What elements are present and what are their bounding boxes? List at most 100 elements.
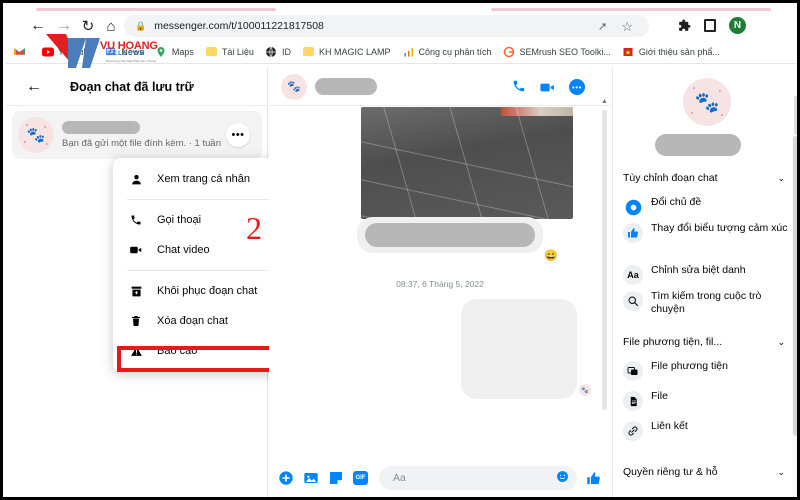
detail-item-change-theme[interactable]: Đổi chủ đề [623,196,795,217]
detail-item-label: Chỉnh sửa biệt danh [651,264,746,276]
bookmark-id[interactable]: ID [261,42,295,62]
home-icon[interactable]: ⌂ [101,16,121,36]
menu-item-label: Xem trang cá nhân [157,173,250,185]
extensions-puzzle-icon[interactable] [678,19,691,32]
chevron-down-icon[interactable]: ⌄ [777,337,785,348]
detail-item-label: File phương tiện [651,360,728,372]
bookmark-news[interactable]: News [100,42,148,62]
avatar[interactable]: 🐾 [683,78,731,126]
conversation-panel: 🐾 ••• 😄 08:37, 6 Tháng 5, 2022 🐾 ▲ GIF A… [269,68,611,497]
conversation-details-panel: 🐾 Tùy chỉnh đoạn chat ⌄ Đổi chủ đề Thay … [612,68,797,497]
add-attachment-icon[interactable] [277,470,294,487]
bookmark-tai-lieu[interactable]: Tài Liệu [201,42,258,62]
chevron-down-icon[interactable]: ⌄ [777,467,785,478]
message-scrollbar[interactable] [602,110,607,410]
avatar-sticker-icon: 🐾 [26,127,46,144]
file-icon [623,391,643,411]
profile-avatar[interactable]: N [729,17,746,34]
messenger-page: ← Đoạn chat đã lưu trữ 🐾 Bạn đã gửi một … [6,68,797,497]
section-customize-chat[interactable]: Tùy chỉnh đoạn chat ⌄ [623,166,793,190]
photo-message[interactable] [361,107,573,219]
url-text: messenger.com/t/100011221817508 [154,20,324,32]
navigation-bar: ← → ↻ ⌂ 🔒 messenger.com/t/10001122181750… [6,12,797,40]
bookmark-star-icon[interactable]: ☆ [621,19,633,35]
menu-item-label: Khôi phục đoạn chat [157,285,258,297]
bookmark-youtube[interactable]: YouTube [37,42,97,62]
bookmarks-bar: YouTube News Maps Tài Liệu ID KH MAGIC L… [6,40,797,64]
page-title: Đoạn chat đã lưu trữ [70,79,194,94]
maps-icon [155,45,168,58]
detail-item-links[interactable]: Liên kết [623,420,795,441]
scroll-up-arrow[interactable]: ▲ [601,98,608,105]
bookmark-maps[interactable]: Maps [151,42,198,62]
section-label: Quyền riêng tư & hỗ [623,466,718,478]
screenshot-frame: ← → ↻ ⌂ 🔒 messenger.com/t/10001122181750… [0,0,800,500]
warning-icon [127,342,145,360]
search-icon [623,291,643,311]
forward-icon[interactable]: → [54,16,74,36]
bookmark-label: News [121,46,144,57]
conversation-header: 🐾 ••• [269,68,611,106]
address-bar[interactable]: 🔒 messenger.com/t/100011221817508 ↗ ☆ [124,15,649,37]
menu-item-label: Chat video [157,244,210,256]
message-input-placeholder: Aa [393,472,406,484]
chevron-down-icon[interactable]: ⌄ [777,173,785,184]
message-timestamp: 08:37, 6 Tháng 5, 2022 [396,279,484,289]
lock-icon: 🔒 [135,20,147,31]
tablet-mode-icon[interactable] [704,19,716,32]
media-files-icon [623,361,643,381]
page-scrollbar[interactable] [793,136,797,436]
unarchive-icon [127,282,145,300]
reaction-emoji[interactable]: 😄 [544,249,558,262]
thumbs-up-icon[interactable] [583,471,603,486]
detail-item-change-emoji[interactable]: Thay đổi biểu tượng cảm xúc [623,222,795,243]
conversation-info-icon[interactable]: ••• [569,79,585,95]
news-icon [104,45,117,58]
detail-item-media-files[interactable]: File phương tiện [623,360,795,381]
semrush-icon [503,45,516,58]
gif-icon[interactable]: GIF [352,470,369,487]
chat-options-button[interactable]: ••• [226,123,250,147]
bookmark-kh-magic-lamp[interactable]: KH MAGIC LAMP [298,42,395,62]
globe-icon [265,45,278,58]
message-input[interactable]: Aa [379,466,577,490]
section-privacy-support[interactable]: Quyền riêng tư & hỗ ⌄ [623,460,793,484]
back-arrow-icon[interactable]: ← [26,78,42,96]
bookmark-label: Tài Liệu [221,46,254,57]
detail-item-label: Đổi chủ đề [651,196,702,208]
reload-icon[interactable]: ↻ [78,16,98,36]
photo-icon[interactable] [302,470,319,487]
avatar[interactable]: 🐾 [281,73,307,100]
bookmark-label: ID [281,46,291,57]
annotation-step-2: 2 [246,210,262,246]
detail-item-label: Liên kết [651,420,688,432]
avatar-sticker-icon: 🐾 [287,81,301,93]
detail-item-file[interactable]: File [623,390,795,411]
gmail-icon [13,45,26,58]
browser-chrome: ← → ↻ ⌂ 🔒 messenger.com/t/10001122181750… [6,6,797,68]
list-item[interactable]: 🐾 Bạn đã gửi một file đính kèm. · 1 tuần… [12,111,262,159]
message-bubble[interactable] [461,299,577,399]
detail-item-edit-nickname[interactable]: Aa Chỉnh sửa biệt danh [623,264,795,285]
bookmark-label: SEMrush SEO Toolki... [519,46,611,57]
back-icon[interactable]: ← [28,16,48,36]
bookmark-cong-cu-phan-tich[interactable]: Công cụ phân tích [397,42,495,62]
bookmark-semrush[interactable]: SEMrush SEO Toolki... [499,42,615,62]
video-camera-icon [127,241,145,259]
detail-item-label: Tìm kiếm trong cuộc trò chuyện [651,290,762,315]
browser-tab-1[interactable] [36,8,276,11]
section-media-files[interactable]: File phương tiện, fil... ⌄ [623,330,793,354]
detail-item-search-conversation[interactable]: Tìm kiếm trong cuộc trò chuyện [623,290,795,316]
voice-call-icon[interactable] [512,79,526,93]
video-call-icon[interactable] [539,79,556,96]
folder-icon [205,45,218,58]
analytics-icon [401,45,414,58]
share-icon[interactable]: ↗ [598,20,607,33]
bookmark-label: YouTube [58,46,94,57]
bookmark-gioi-thieu-san-pham[interactable]: Giới thiệu sản phẩ... [618,42,724,62]
message-list[interactable]: 😄 08:37, 6 Tháng 5, 2022 🐾 [269,107,611,462]
sticker-icon[interactable] [327,470,344,487]
bookmark-gmail[interactable] [9,42,34,62]
browser-tab-2[interactable] [491,8,771,11]
emoji-icon[interactable] [556,470,569,486]
